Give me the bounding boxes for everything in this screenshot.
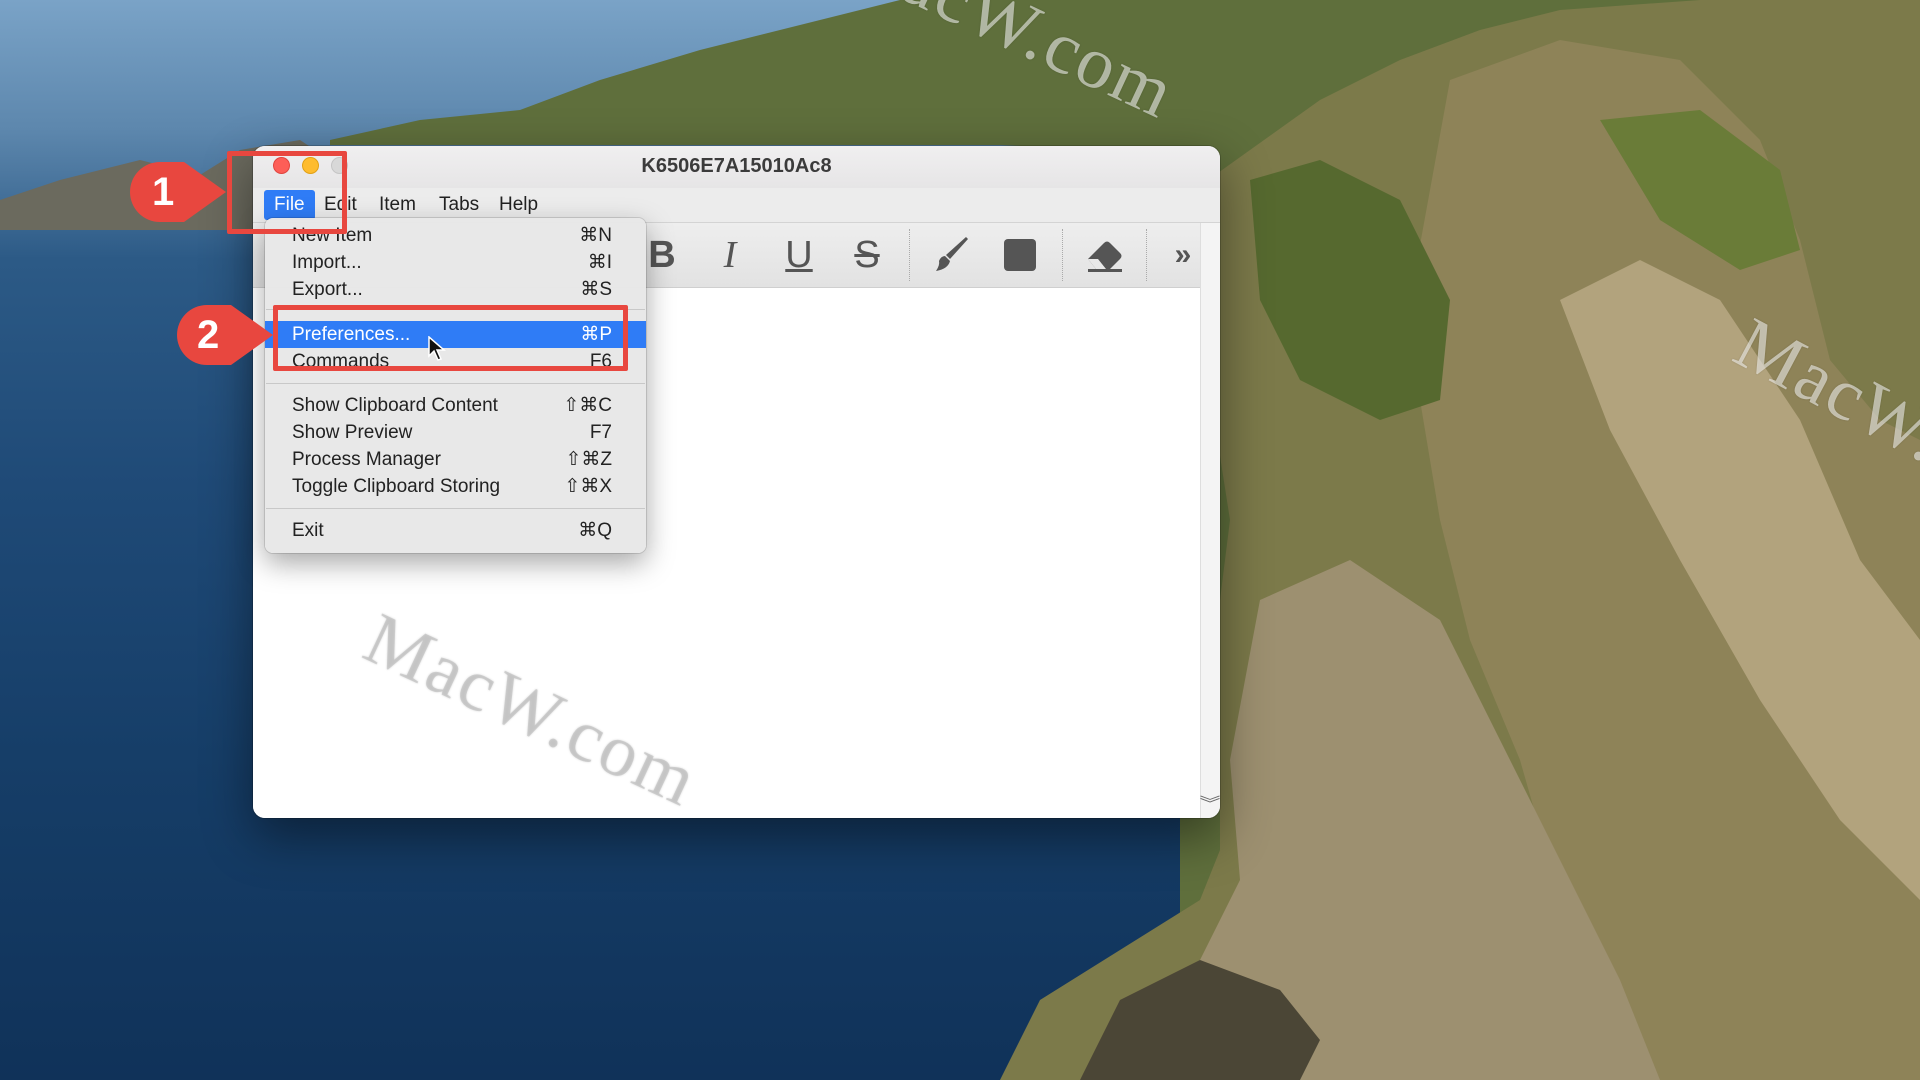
menu-item-shortcut: ⇧⌘Z — [565, 449, 612, 470]
menu-item-label: Toggle Clipboard Storing — [292, 476, 501, 497]
menu-item-shortcut: ⇧⌘X — [564, 476, 612, 497]
menu-item-import[interactable]: Import... ⌘I — [265, 249, 646, 276]
menu-item[interactable]: Item — [369, 190, 426, 220]
underline-icon[interactable]: U — [767, 223, 831, 287]
step-number: 1 — [152, 170, 175, 214]
menu-item-export[interactable]: Export... ⌘S — [265, 276, 646, 303]
menu-tabs[interactable]: Tabs — [429, 190, 489, 220]
window-title: K6506E7A15010Ac8 — [641, 155, 832, 177]
menu-separator — [266, 383, 645, 384]
menu-item-shortcut: ⇧⌘C — [563, 395, 612, 416]
menu-item-label: Import... — [292, 252, 362, 273]
highlight-box-step1 — [227, 151, 347, 234]
file-menu-dropdown: New Item ⌘N Import... ⌘I Export... ⌘S Prefe… — [265, 218, 646, 553]
eraser-icon[interactable] — [1073, 223, 1137, 287]
menu-item-exit[interactable]: Exit ⌘Q — [265, 517, 646, 544]
menu-item-shortcut: ⌘I — [587, 252, 612, 273]
menu-item-shortcut: ⌘S — [580, 279, 612, 300]
step-badge-2: 2 — [175, 303, 275, 367]
menu-item-label: Exit — [292, 520, 324, 541]
toolbar-separator — [1062, 229, 1063, 281]
menu-separator — [266, 508, 645, 509]
step-badge-1: 1 — [128, 160, 228, 224]
toolbar-separator — [1146, 229, 1147, 281]
menu-item-label: Export... — [292, 279, 363, 300]
menu-help[interactable]: Help — [489, 190, 548, 220]
title-bar[interactable]: K6506E7A15010Ac8 — [253, 146, 1220, 189]
menu-item-label: Show Preview — [292, 422, 413, 443]
menu-item-label: Show Clipboard Content — [292, 395, 498, 416]
menu-item-shortcut: ⌘N — [579, 225, 612, 246]
italic-icon[interactable]: I — [698, 223, 762, 287]
strikethrough-icon[interactable]: S — [835, 223, 899, 287]
menu-item-toggle-clipboard-storing[interactable]: Toggle Clipboard Storing ⇧⌘X — [265, 473, 646, 500]
vertical-scrollbar[interactable]: ︾ — [1200, 223, 1220, 818]
menu-item-process-manager[interactable]: Process Manager ⇧⌘Z — [265, 446, 646, 473]
menu-item-show-clipboard-content[interactable]: Show Clipboard Content ⇧⌘C — [265, 392, 646, 419]
mouse-pointer-icon — [428, 335, 447, 367]
watermark: MacW.com — [352, 597, 711, 818]
menu-item-shortcut: ⌘Q — [578, 520, 612, 541]
brush-icon[interactable] — [920, 223, 984, 287]
fill-square-icon[interactable] — [988, 223, 1052, 287]
highlight-box-step2 — [273, 305, 628, 371]
toolbar-separator — [909, 229, 910, 281]
step-number: 2 — [197, 313, 220, 357]
menu-item-shortcut: F7 — [589, 422, 612, 443]
menu-item-show-preview[interactable]: Show Preview F7 — [265, 419, 646, 446]
scroll-down-icon[interactable]: ︾ — [1200, 790, 1220, 814]
menu-item-label: Process Manager — [292, 449, 441, 470]
